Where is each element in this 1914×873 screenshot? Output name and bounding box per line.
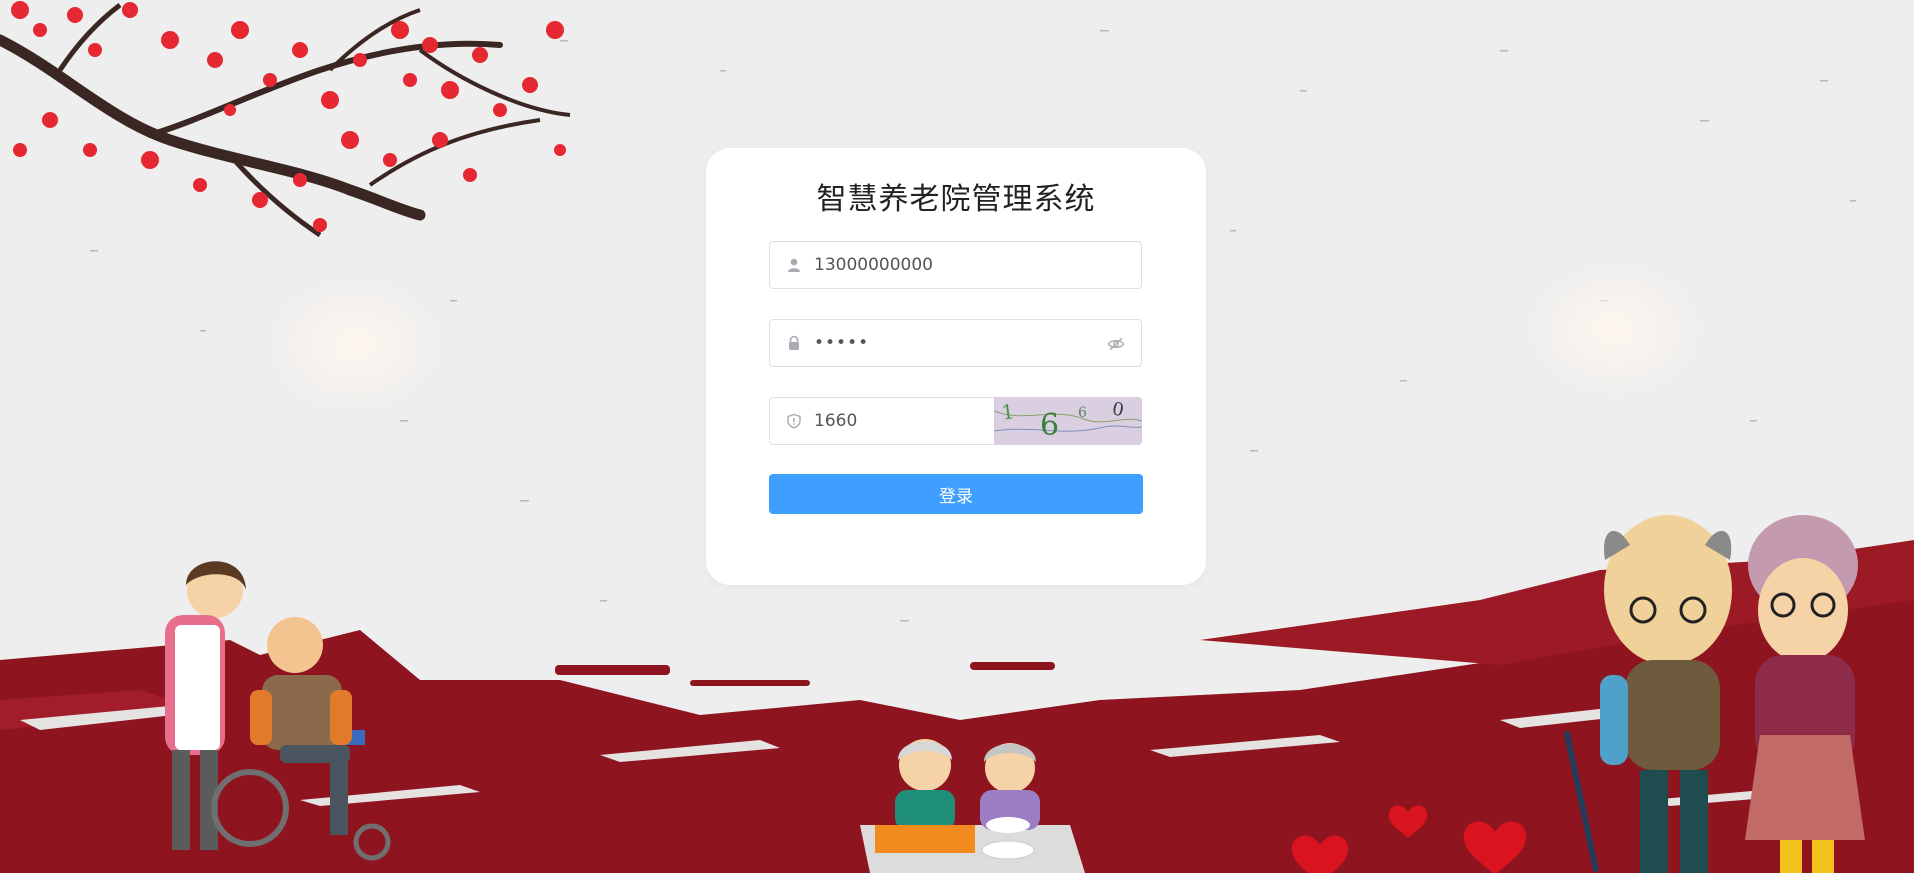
captcha-image[interactable]: 1 6 6 0 [994,397,1142,445]
background: 智慧养老院管理系统 13000000000 ••••• 1660 1 6 6 0… [0,0,1914,873]
username-input[interactable] [814,242,1124,288]
username-field[interactable] [769,241,1142,289]
lock-icon [789,335,799,350]
user-icon [788,258,800,272]
captcha-input[interactable] [814,398,984,444]
password-field[interactable] [769,319,1142,367]
captcha-char: 6 [1040,408,1059,443]
plum-blossom-branch [0,1,571,238]
captcha-char: 6 [1078,405,1087,421]
shield-icon [787,413,801,429]
login-button[interactable]: 登录 [769,474,1143,514]
password-input[interactable] [814,320,1084,366]
login-card: 智慧养老院管理系统 13000000000 ••••• 1660 1 6 6 0… [706,148,1206,585]
captcha-field[interactable] [769,397,995,445]
page-title: 智慧养老院管理系统 [816,182,1096,217]
eye-off-icon[interactable] [1107,335,1125,353]
